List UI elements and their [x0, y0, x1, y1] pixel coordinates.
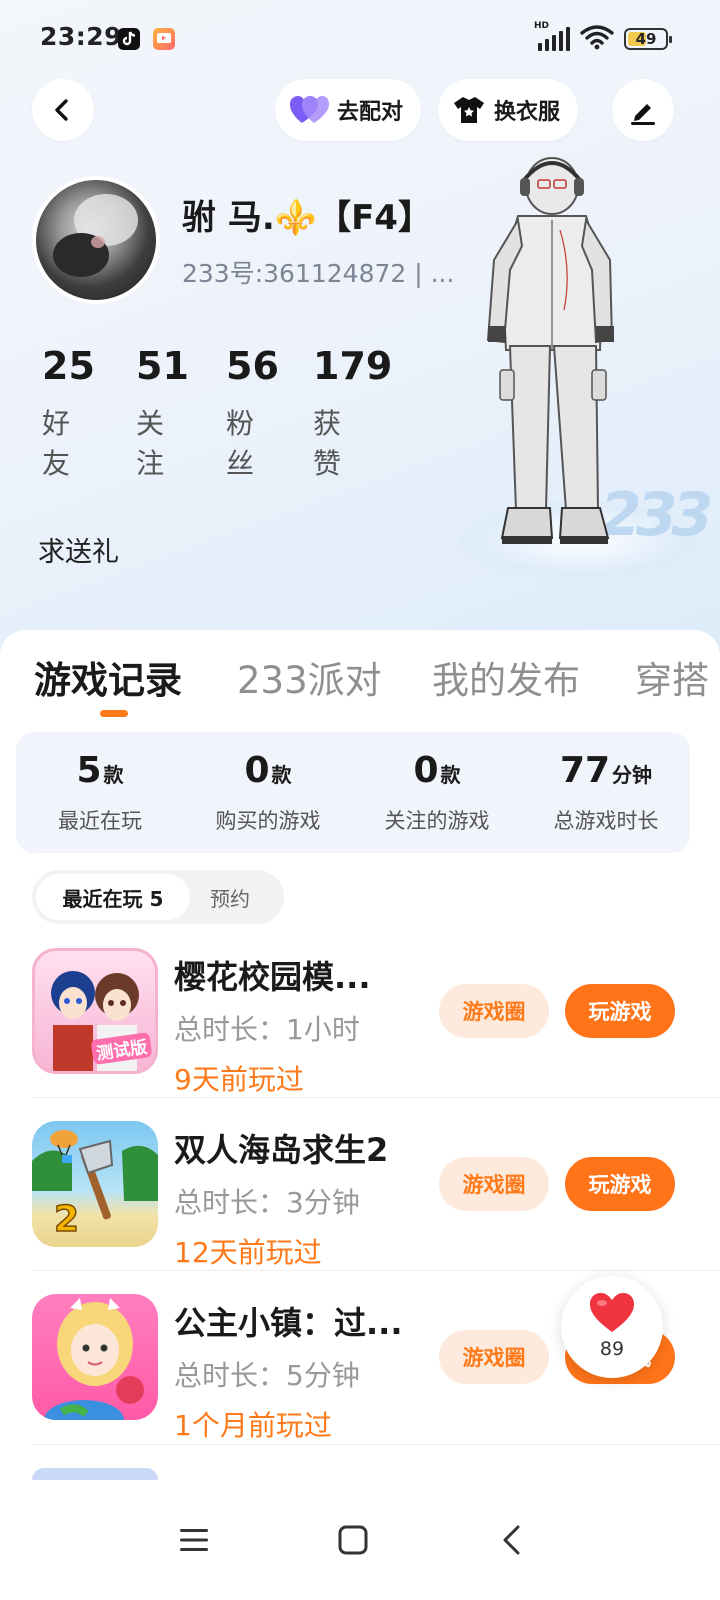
- summary-followed-value: 0: [413, 750, 439, 791]
- square-icon: [338, 1525, 368, 1555]
- summary-followed[interactable]: 0款 关注的游戏: [353, 750, 521, 835]
- stat-fans-value: 56: [226, 344, 279, 388]
- heart-icon: [590, 1293, 634, 1332]
- battery-text: 49: [635, 30, 657, 48]
- game-circle-button[interactable]: 游戏圈: [439, 1330, 549, 1384]
- menu-icon: [180, 1529, 208, 1551]
- tab-233-party[interactable]: 233派对: [237, 650, 382, 704]
- summary-followed-label: 关注的游戏: [384, 809, 490, 833]
- status-bar: 23:29 HD 49: [0, 0, 720, 76]
- stat-friends-value: 25: [42, 344, 95, 388]
- avatar-character-figure[interactable]: [460, 150, 700, 590]
- tab-game-records[interactable]: 游戏记录: [34, 650, 182, 704]
- video-app-icon: [153, 28, 175, 50]
- match-button-label: 去配对: [337, 100, 404, 125]
- stat-likes-label: 获赞: [313, 407, 342, 480]
- stat-friends[interactable]: 25 好友: [42, 344, 122, 480]
- game-title: 双人海岛求生2: [174, 1131, 389, 1169]
- summary-purchased-unit: 款: [271, 763, 292, 787]
- summary-recent-label: 最近在玩: [58, 809, 142, 833]
- game-icon-island: 2: [32, 1121, 158, 1247]
- game-row[interactable]: 测试版 樱花校园模... 总时长：1小时 9天前玩过 游戏圈 玩游戏: [0, 948, 720, 1122]
- game-duration: 总时长：3分钟: [174, 1186, 360, 1219]
- stat-likes-value: 179: [313, 344, 393, 388]
- nav-back-button[interactable]: [472, 1500, 552, 1580]
- summary-purchased-value: 0: [244, 750, 270, 791]
- system-navigation-bar: [0, 1480, 720, 1600]
- stat-following[interactable]: 51 关注: [136, 344, 216, 480]
- summary-total-time[interactable]: 77 分钟 总游戏时长: [522, 750, 690, 835]
- summary-recent-unit: 款: [103, 763, 124, 787]
- game-circle-button[interactable]: 游戏圈: [439, 984, 549, 1038]
- wifi-icon: [580, 24, 614, 54]
- summary-total-time-unit: 分钟: [612, 763, 653, 787]
- game-title: 樱花校园模...: [174, 958, 371, 996]
- game-row[interactable]: 2 双人海岛求生2 总时长：3分钟 12天前玩过 游戏圈 玩游戏: [0, 1121, 720, 1295]
- play-game-button[interactable]: 玩游戏: [565, 984, 675, 1038]
- chevron-left-icon: [55, 99, 68, 121]
- bio: 求送礼: [38, 537, 119, 568]
- game-last-played: 9天前玩过: [174, 1063, 304, 1096]
- game-icon-next: [32, 1468, 158, 1480]
- game-duration: 总时长：1小时: [174, 1013, 360, 1046]
- play-game-button[interactable]: 玩游戏: [565, 1157, 675, 1211]
- summary-total-time-label: 总游戏时长: [553, 809, 659, 833]
- divider: [32, 1097, 720, 1098]
- status-time: 23:29: [40, 22, 123, 51]
- summary-recent-value: 5: [76, 750, 102, 791]
- stat-fans-label: 粉丝: [226, 407, 255, 480]
- battery-indicator: 49: [624, 28, 672, 50]
- stat-following-label: 关注: [136, 407, 165, 480]
- shirt-icon: [454, 97, 484, 123]
- game-last-played: 1个月前玩过: [174, 1409, 332, 1442]
- dress-up-button-label: 换衣服: [494, 100, 561, 125]
- game-title: 公主小镇：过...: [174, 1304, 403, 1342]
- tab-my-posts[interactable]: 我的发布: [432, 650, 580, 704]
- stat-likes[interactable]: 179 获赞: [313, 344, 393, 480]
- signal-icon: HD: [534, 21, 570, 51]
- stat-friends-label: 好友: [42, 407, 71, 480]
- summary-followed-unit: 款: [440, 763, 461, 787]
- heart-icon: [290, 96, 329, 123]
- username: 驸 马.⚜️【F4】: [182, 198, 432, 238]
- divider: [32, 1270, 720, 1271]
- filter-recent-button[interactable]: 最近在玩 5: [36, 874, 190, 920]
- nav-menu-button[interactable]: [154, 1500, 234, 1580]
- user-id[interactable]: 233号:361124872 | ...: [182, 254, 454, 290]
- game-last-played: 12天前玩过: [174, 1236, 322, 1269]
- tab-indicator: [100, 710, 128, 717]
- game-summary-panel: 5款 最近在玩 0款 购买的游戏 0款 关注的游戏 77 分钟 总游戏时长: [16, 732, 690, 853]
- game-filter-toggle: 最近在玩 5 预约: [32, 870, 284, 924]
- stat-following-value: 51: [136, 344, 189, 388]
- summary-purchased[interactable]: 0款 购买的游戏: [184, 750, 352, 835]
- pencil-icon: [631, 104, 655, 125]
- game-circle-button[interactable]: 游戏圈: [439, 1157, 549, 1211]
- edit-profile-button[interactable]: [612, 79, 674, 141]
- game-icon-princess: [32, 1294, 158, 1420]
- match-button[interactable]: 去配对: [275, 79, 422, 141]
- game-duration: 总时长：5分钟: [174, 1359, 360, 1392]
- filter-reserve-button[interactable]: 预约: [210, 874, 250, 920]
- divider: [32, 1444, 720, 1445]
- summary-purchased-label: 购买的游戏: [215, 809, 321, 833]
- like-count: 89: [599, 1338, 625, 1360]
- chevron-left-icon: [503, 1525, 520, 1555]
- dress-up-button[interactable]: 换衣服: [438, 79, 579, 141]
- game-icon-sakura: 测试版: [32, 948, 158, 1074]
- signal-hd-label: HD: [534, 21, 550, 31]
- summary-total-time-value: 77: [559, 750, 611, 791]
- nav-home-button[interactable]: [313, 1500, 393, 1580]
- like-float-button[interactable]: 89: [561, 1276, 663, 1378]
- avatar[interactable]: [32, 176, 160, 304]
- game-icon-badge: 2: [54, 1199, 79, 1240]
- tiktok-icon: [118, 28, 140, 50]
- summary-recent[interactable]: 5款 最近在玩: [16, 750, 184, 835]
- tab-outfits[interactable]: 穿搭: [635, 650, 720, 704]
- stat-fans[interactable]: 56 粉丝: [226, 344, 306, 480]
- back-button[interactable]: [32, 79, 94, 141]
